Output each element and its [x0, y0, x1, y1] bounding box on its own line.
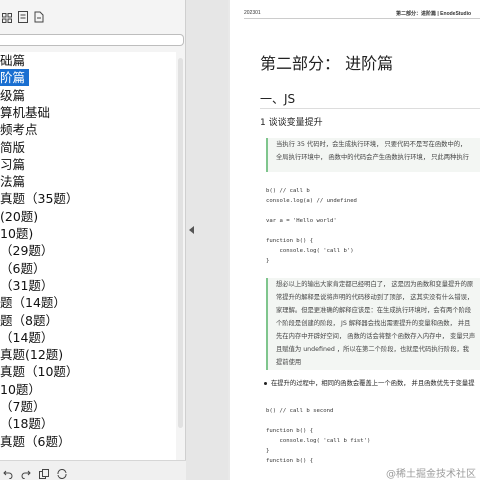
- outline-item[interactable]: 题（8题）: [0, 312, 58, 329]
- outline-item[interactable]: 习篇: [0, 156, 25, 173]
- page-header-left: 202301: [244, 10, 261, 16]
- bullet-function-override: 在提升的过程中，相同的函数会覆盖上一个函数， 并且函数优先于变量提: [264, 378, 475, 387]
- outline-item[interactable]: 频考点: [0, 121, 38, 138]
- bullet-dot: [264, 381, 267, 385]
- code-line: console.log(a) // undefined: [266, 198, 357, 204]
- code-line: b() // call b second: [266, 408, 334, 414]
- outline-item[interactable]: 法篇: [0, 173, 25, 190]
- sidebar-bottom-toolbar: [0, 460, 186, 480]
- outline-item[interactable]: 10题）: [0, 381, 41, 398]
- export-icon[interactable]: [34, 10, 44, 23]
- outline-item[interactable]: （14题）: [0, 329, 53, 346]
- quote-line: 全局执行环境中， 函数中的代码会产生函数执行环境， 只此两种执行: [276, 154, 469, 161]
- undo-icon[interactable]: [3, 466, 13, 479]
- outline-item[interactable]: 真题（10题）: [0, 363, 78, 380]
- code-line: console.log( 'call b fist'): [266, 438, 371, 444]
- code-line: var a = 'Hello world': [266, 218, 337, 224]
- bullet-text: 在提升的过程中，相同的函数会覆盖上一个函数， 并且函数优先于变量提: [271, 380, 475, 387]
- code-line: console.log( 'call b'): [266, 248, 354, 254]
- bookmark-list-icon[interactable]: [18, 10, 28, 23]
- quote-line: 常提升的解释是说将声明的代码移动到了顶部， 这其实没有什么错误，: [276, 294, 474, 301]
- grid-view-icon[interactable]: [2, 10, 12, 23]
- outline-item[interactable]: （29题）: [0, 242, 53, 259]
- outline-item[interactable]: 算机基础: [0, 104, 50, 121]
- outline-item[interactable]: 阶篇: [0, 69, 30, 87]
- pane-splitter[interactable]: [186, 0, 228, 480]
- page-header-right: 第二部分：进阶篇 | EnodeStudio: [396, 11, 472, 17]
- code-line: function b() {: [266, 238, 314, 244]
- outline-item[interactable]: 真题（35题）: [0, 190, 78, 207]
- chapter-title: 第二部分： 进阶篇: [260, 54, 394, 73]
- outline-item[interactable]: 真题（6题）: [0, 433, 70, 450]
- outline-item[interactable]: （7题）: [0, 398, 45, 415]
- outline-item[interactable]: 础篇: [0, 52, 25, 69]
- collapse-left-icon[interactable]: [189, 226, 194, 234]
- document-page: 202301 第二部分：进阶篇 | EnodeStudio 第二部分： 进阶篇 …: [230, 0, 480, 480]
- outline-item[interactable]: 题（14题）: [0, 294, 66, 311]
- outline-list: 础篇 阶篇 级篇 算机基础 频考点 简版 习篇 法篇 真题（35题） (20题) 10题) （29题）…: [0, 52, 176, 460]
- quote-line: 想必以上的输出大家肯定都已经明白了， 这是因为函数和变量提升的原: [276, 281, 474, 288]
- sync-icon[interactable]: [57, 466, 67, 479]
- redo-icon[interactable]: [21, 466, 31, 479]
- subsection-heading: 1 谈谈变量提升: [260, 118, 323, 128]
- quote-line: 提前使用: [276, 359, 302, 366]
- quote-line: 且赋值为 undefined ，所以在第二个阶段，也就是代码执行阶段，我: [276, 346, 470, 353]
- outline-item[interactable]: （31题）: [0, 277, 53, 294]
- section-divider: [260, 108, 480, 109]
- sidebar-toolbar: [0, 0, 186, 32]
- copy-icon[interactable]: [39, 466, 49, 479]
- header-divider: [244, 18, 480, 19]
- code-block-override: b() // call b second function b() { conso…: [266, 406, 480, 466]
- section-heading: 一、JS: [260, 92, 296, 106]
- outline-item[interactable]: 真题(12题): [0, 346, 63, 363]
- blockquote-intro: 当执行 35 代码时，会生成执行环境， 只要代码不是写在函数中的， 全局执行环境中…: [266, 138, 480, 172]
- code-line: }: [266, 258, 270, 264]
- quote-line: 家理解。但是更准确的解释应该是：在生成执行环境时，会有两个阶段: [276, 307, 472, 314]
- code-line: function b() {: [266, 428, 314, 434]
- code-block-hoisting: b() // call b console.log(a) // undefined…: [266, 186, 480, 266]
- outline-item[interactable]: （18题）: [0, 415, 53, 432]
- outline-sidebar: 础篇 阶篇 级篇 算机基础 频考点 简版 习篇 法篇 真题（35题） (20题) 10题) （29题）…: [0, 0, 186, 480]
- outline-item[interactable]: 级篇: [0, 87, 25, 104]
- outline-item[interactable]: 简版: [0, 139, 25, 156]
- outline-scrollbar[interactable]: [178, 58, 183, 428]
- outline-item[interactable]: (20题): [0, 208, 38, 225]
- quote-line: 先在内存中开辟好空间， 函数的话会将整个函数存入内存中， 变量只声: [276, 333, 476, 340]
- quote-line: 当执行 35 代码时，会生成执行环境， 只要代码不是写在函数中的，: [276, 141, 467, 148]
- blockquote-explanation: 想必以上的输出大家肯定都已经明白了， 这是因为函数和变量提升的原 常提升的解释是说…: [266, 278, 480, 370]
- outline-item[interactable]: （6题）: [0, 260, 45, 277]
- code-line: }: [266, 448, 270, 454]
- watermark: @稀土掘金技术社区: [386, 469, 476, 480]
- code-line: b() // call b: [266, 188, 310, 194]
- outline-item[interactable]: 10题): [0, 225, 33, 242]
- quote-line: 个阶段是创建的阶段， JS 解释器会找出需要提升的变量和函数， 并且: [276, 320, 471, 327]
- outline-search-input[interactable]: [0, 34, 184, 46]
